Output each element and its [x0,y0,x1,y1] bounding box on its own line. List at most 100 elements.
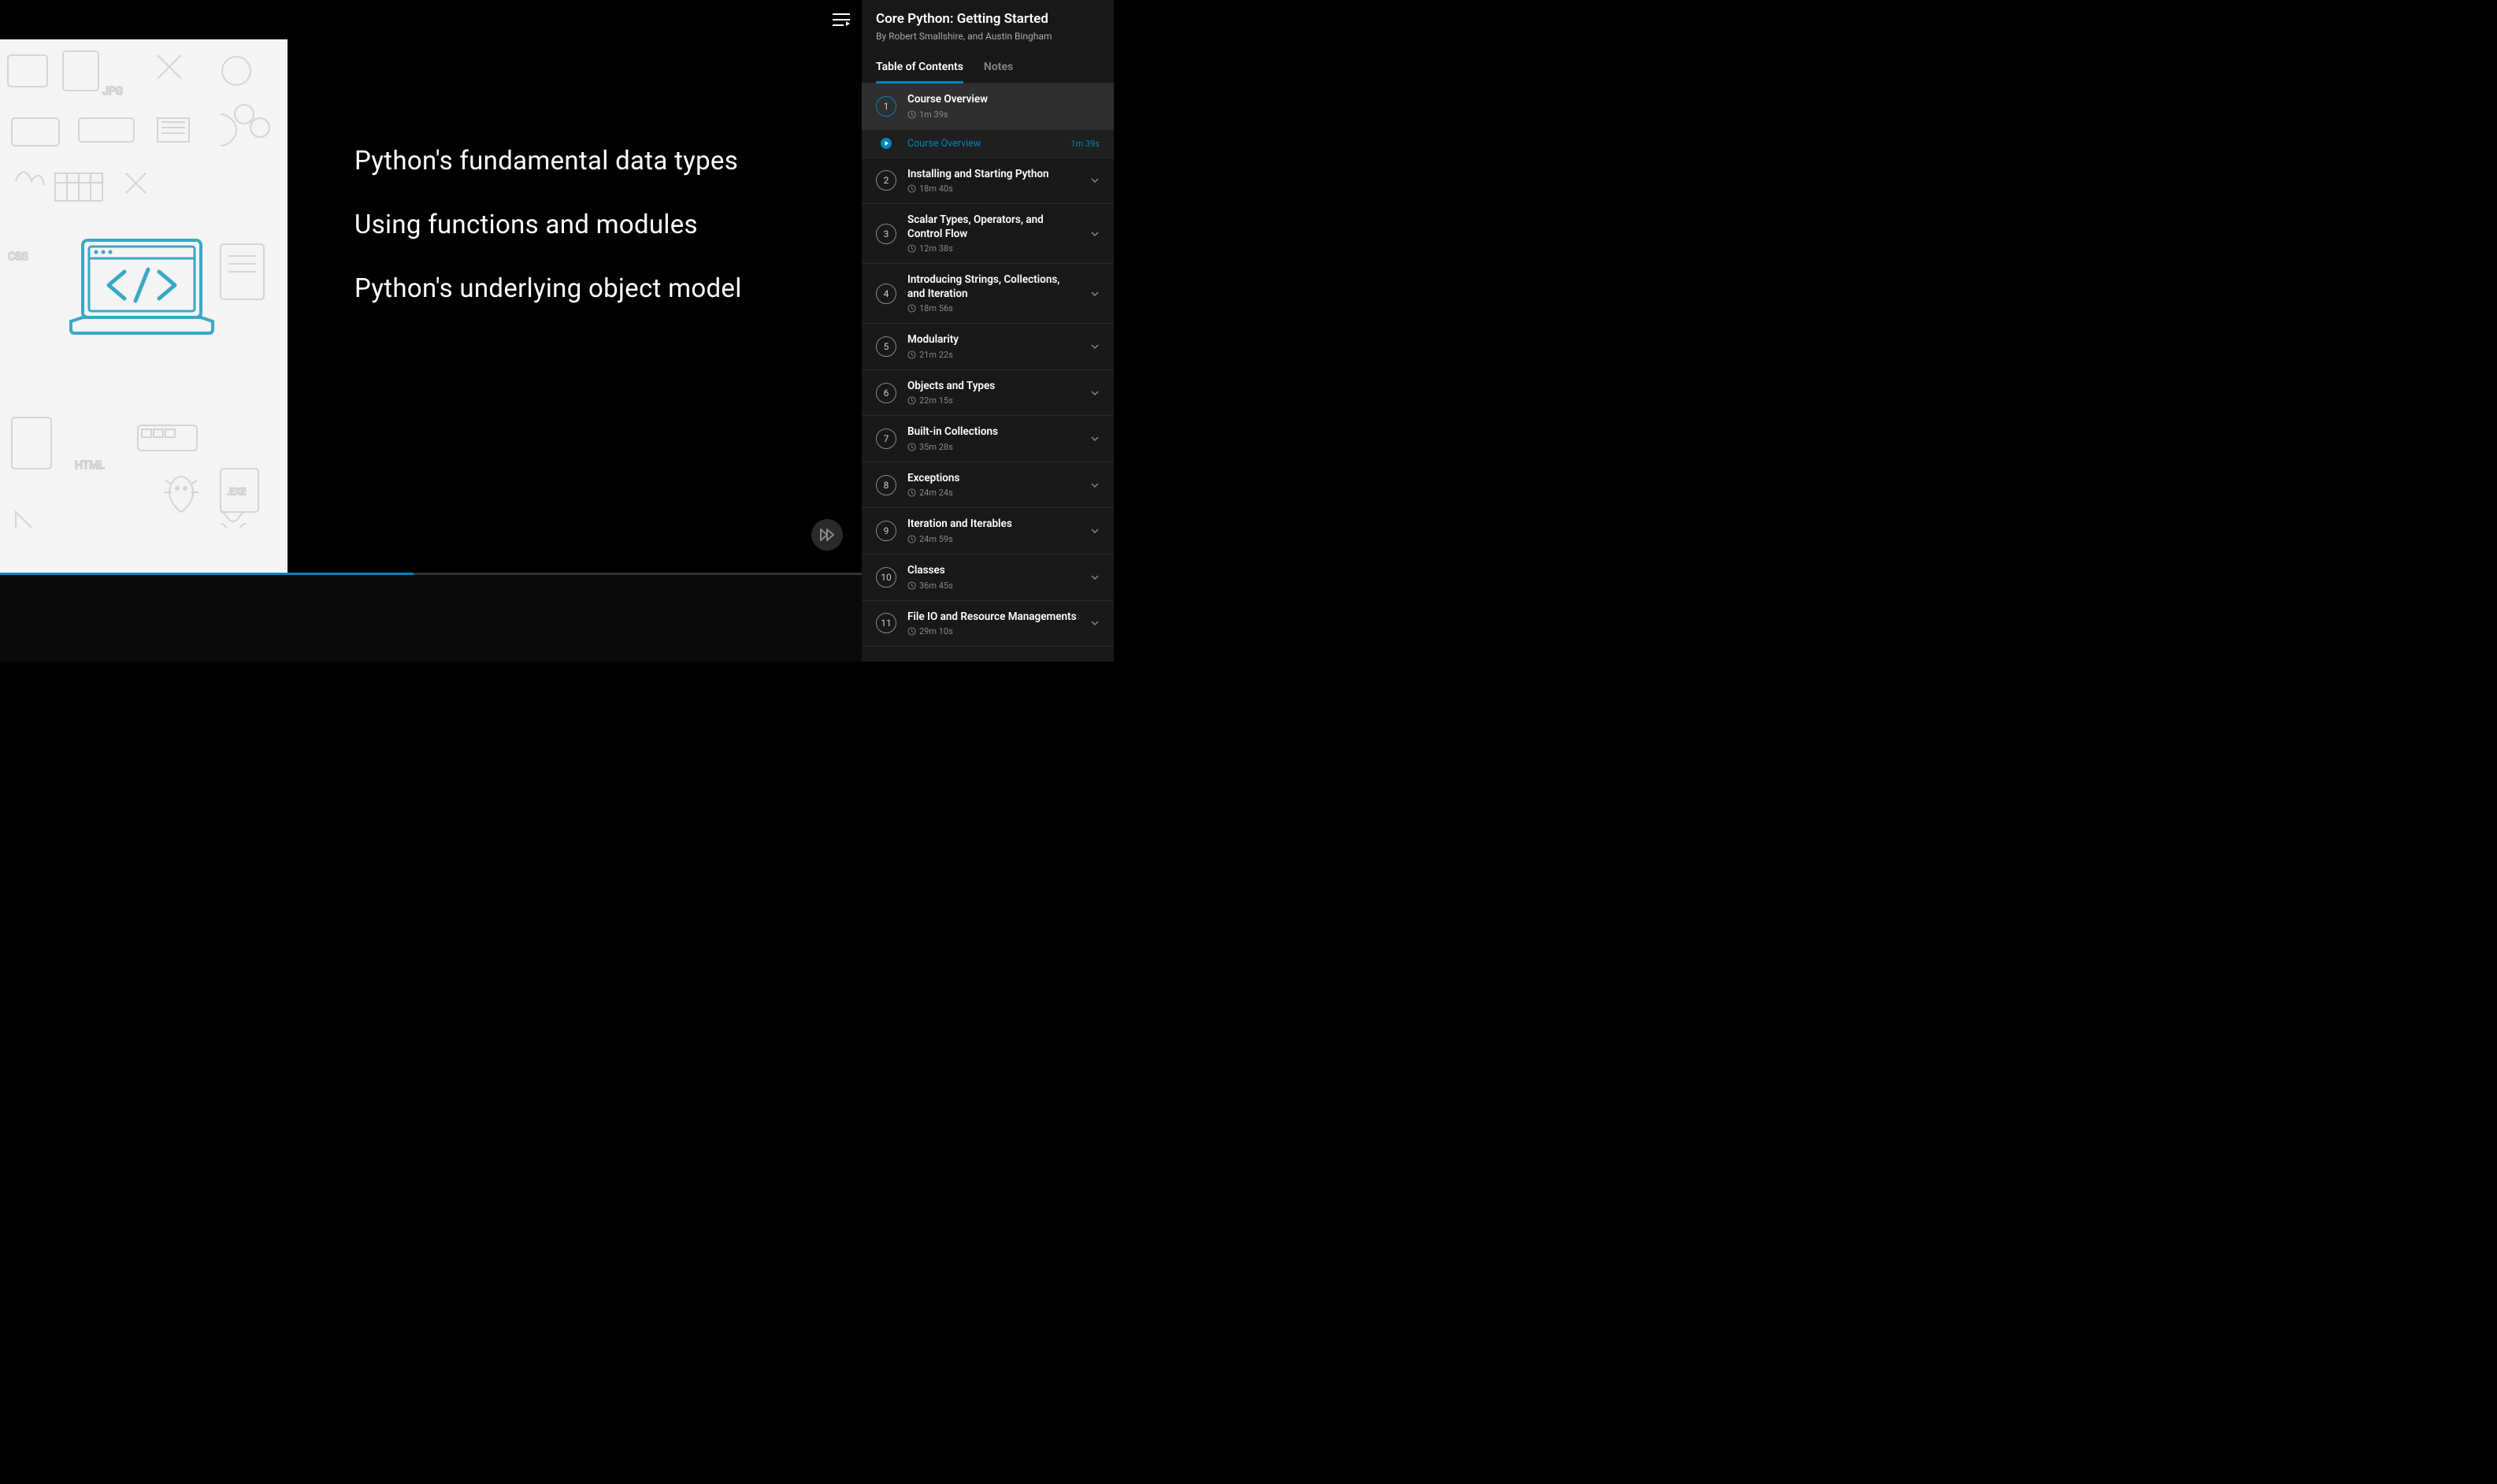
clock-icon [907,110,916,119]
video-header [0,0,862,39]
clip-play-indicator [876,138,896,149]
module-duration: 24m 59s [919,534,953,544]
module-meta: 1m 39s [907,109,1100,120]
module-duration: 24m 24s [919,488,953,498]
clock-icon [907,627,916,636]
module-info: Exceptions 24m 24s [907,472,1079,499]
slide-line-2: Using functions and modules [354,210,862,240]
module-number-badge: 1 [876,96,896,117]
module-row[interactable]: 8 Exceptions 24m 24s [862,462,1114,509]
clip-title: Course Overview [907,138,1059,150]
module-number-badge: 2 [876,170,896,191]
module-meta: 29m 10s [907,626,1079,636]
clock-icon [907,244,916,253]
module-number-badge: 7 [876,429,896,449]
clock-icon [907,488,916,497]
module-info: Installing and Starting Python18m 40s [907,168,1079,195]
module-title: Classes [907,564,1079,578]
course-sidebar: Core Python: Getting Started By Robert S… [862,0,1114,662]
chevron-down-icon [1090,388,1100,398]
clock-icon [907,443,916,451]
chevron-down-icon [1090,229,1100,239]
module-duration: 1m 39s [919,109,948,120]
module-number-badge: 8 [876,475,896,495]
module-title: Iteration and Iterables [907,518,1079,532]
clock-icon [907,351,916,359]
playlist-icon [833,13,850,27]
clock-icon [907,535,916,544]
module-number-badge: 5 [876,336,896,357]
module-row[interactable]: 11 File IO and Resource Managements29m 10… [862,601,1114,647]
module-row[interactable]: 2 Installing and Starting Python18m 40s [862,158,1114,205]
clock-icon [907,304,916,313]
module-number-badge: 6 [876,383,896,403]
module-row[interactable]: 3 Scalar Types, Operators, and Control Fl… [862,204,1114,264]
chevron-down-icon [1090,342,1100,351]
module-meta: 12m 38s [907,243,1079,254]
clock-icon [907,396,916,405]
module-title: Scalar Types, Operators, and Control Flo… [907,213,1079,241]
module-meta: 36m 45s [907,581,1079,591]
toggle-sidebar-button[interactable] [829,7,854,32]
module-row[interactable]: 9Iteration and Iterables24m 59s [862,508,1114,555]
svg-text:HTML: HTML [75,459,105,472]
chevron-down-icon [1090,480,1100,490]
chevron-down-icon [1090,176,1100,185]
module-number-badge: 3 [876,224,896,244]
video-slide[interactable]: JPG CSS HTML [0,39,862,573]
module-info: Objects and Types22m 15s [907,380,1079,406]
module-number-badge: 11 [876,613,896,633]
clip-row[interactable]: Course Overview 1m 39s [862,130,1114,158]
module-title: Course Overview [907,93,1100,107]
module-info: Course Overview 1m 39s [907,93,1100,120]
clock-icon [907,581,916,590]
module-row[interactable]: 4Introducing Strings, Collections, and I… [862,264,1114,324]
module-title: Introducing Strings, Collections, and It… [907,273,1079,301]
module-row[interactable]: 6 Objects and Types22m 15s [862,370,1114,417]
chevron-down-icon [1090,573,1100,582]
svg-text:JPG: JPG [102,85,123,98]
chevron-down-icon [1090,526,1100,536]
module-duration: 21m 22s [919,350,953,360]
sidebar-tabs: Table of Contents Notes [862,50,1114,83]
slide-line-1: Python's fundamental data types [354,146,862,176]
module-meta: 18m 56s [907,303,1079,313]
clip-duration: 1m 39s [1070,139,1100,149]
svg-text:CSS: CSS [8,250,28,263]
sidebar-header: Core Python: Getting Started By Robert S… [862,0,1114,50]
tab-notes[interactable]: Notes [984,61,1013,83]
module-list[interactable]: 1 Course Overview 1m 39s Course Overview 1m … [862,83,1114,662]
module-info: Built-in Collections 35m 28s [907,425,1079,452]
chevron-down-icon [1090,289,1100,299]
slide-decorative-panel: JPG CSS HTML [0,39,288,573]
svg-text:.EXE: .EXE [227,486,247,497]
video-controls-area [0,575,862,662]
chevron-down-icon [1090,434,1100,443]
course-byline: By Robert Smallshire, and Austin Bingham [876,31,1100,42]
module-title: Objects and Types [907,380,1079,394]
module-number-badge: 10 [876,567,896,588]
module-meta: 21m 22s [907,350,1079,360]
module-info: Scalar Types, Operators, and Control Flo… [907,213,1079,254]
module-meta: 24m 24s [907,488,1079,498]
module-meta: 22m 15s [907,395,1079,406]
video-progress-bar[interactable] [0,573,862,575]
module-title: Built-in Collections [907,425,1079,440]
clock-icon [907,184,916,193]
module-title: File IO and Resource Managements [907,610,1079,625]
module-info: Iteration and Iterables 24m 59s [907,518,1079,544]
skip-forward-button[interactable] [811,519,843,551]
module-row[interactable]: 5 Modularity 21m 22s [862,324,1114,370]
module-title: Exceptions [907,472,1079,486]
play-icon [881,138,892,149]
skip-forward-icon [819,527,835,543]
slide-line-3: Python's underlying object model [354,273,862,304]
module-row[interactable]: 10 Classes 36m 45s [862,555,1114,601]
tab-table-of-contents[interactable]: Table of Contents [876,61,963,83]
module-meta: 35m 28s [907,442,1079,452]
module-info: Modularity 21m 22s [907,333,1079,360]
module-title: Modularity [907,333,1079,347]
module-info: Classes 36m 45s [907,564,1079,591]
module-row[interactable]: 7 Built-in Collections 35m 28s [862,416,1114,462]
module-row[interactable]: 1 Course Overview 1m 39s [862,83,1114,130]
